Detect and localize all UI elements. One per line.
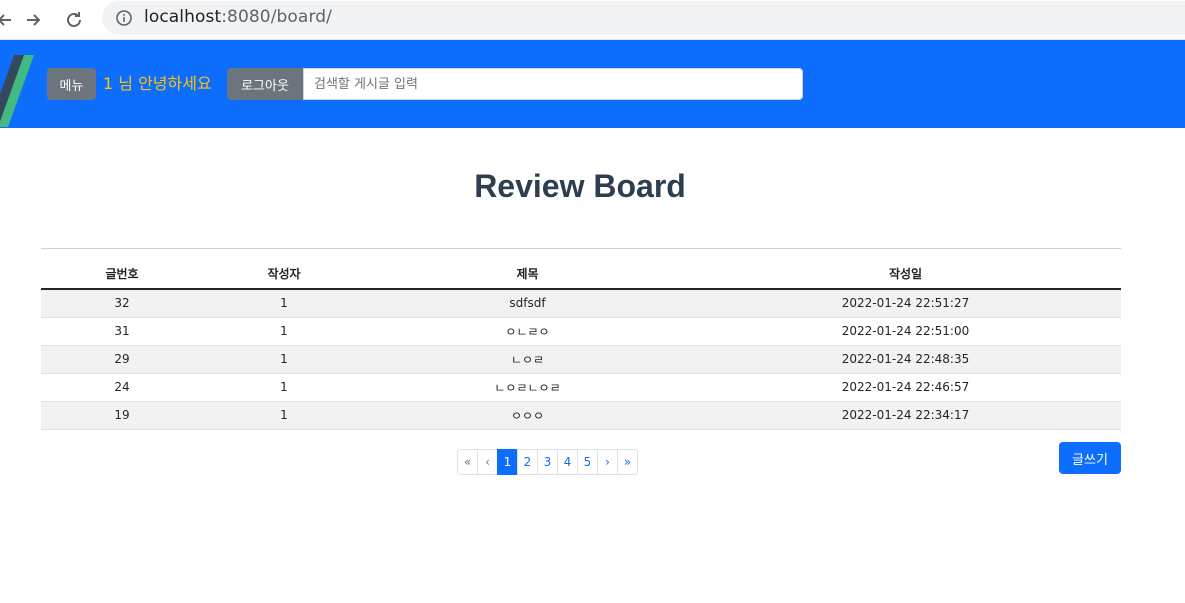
page-button-3[interactable]: 3 [537, 449, 558, 475]
arrow-left-icon[interactable] [0, 6, 18, 34]
page-button-1[interactable]: 1 [497, 449, 518, 475]
post-date: 2022-01-24 22:51:00 [690, 317, 1121, 346]
column-header-date: 작성일 [690, 259, 1121, 290]
post-writer: 1 [203, 317, 365, 346]
page-title: Review Board [474, 168, 686, 204]
column-header-writer: 작성자 [203, 259, 365, 290]
table-header-row: 글번호 작성자 제목 작성일 [41, 259, 1121, 290]
arrow-right-icon[interactable] [20, 6, 48, 34]
page-button-2[interactable]: 2 [517, 449, 538, 475]
pagination: « ‹ 1 2 3 4 5 › » [457, 449, 638, 475]
post-title[interactable]: ㄴㅇㄹㄴㅇㄹ [365, 373, 690, 402]
page-button-5[interactable]: 5 [577, 449, 598, 475]
post-writer: 1 [203, 373, 365, 402]
page-button-4[interactable]: 4 [557, 449, 578, 475]
post-writer: 1 [203, 289, 365, 318]
post-title[interactable]: ㅇㅇㅇ [365, 401, 690, 430]
post-date: 2022-01-24 22:46:57 [690, 373, 1121, 402]
menu-button[interactable]: 메뉴 [47, 68, 96, 100]
reload-icon[interactable] [60, 6, 88, 34]
post-number: 29 [41, 345, 203, 374]
greeting-text: 1 님 안녕하세요 [103, 74, 212, 93]
table-row[interactable]: 29 1 ㄴㅇㄹ 2022-01-24 22:48:35 [41, 345, 1121, 374]
info-icon[interactable] [116, 10, 132, 26]
page-prev-button[interactable]: ‹ [477, 449, 498, 475]
browser-toolbar: localhost:8080/board/ [0, 0, 1185, 40]
post-date: 2022-01-24 22:48:35 [690, 345, 1121, 374]
post-writer: 1 [203, 401, 365, 430]
url-text: localhost:8080/board/ [144, 7, 332, 27]
address-bar[interactable]: localhost:8080/board/ [102, 1, 1185, 35]
write-post-button[interactable]: 글쓰기 [1059, 442, 1121, 474]
post-number: 31 [41, 317, 203, 346]
table-row[interactable]: 32 1 sdfsdf 2022-01-24 22:51:27 [41, 289, 1121, 318]
post-title[interactable]: sdfsdf [365, 289, 690, 318]
vue-logo-icon [0, 55, 34, 127]
post-number: 19 [41, 401, 203, 430]
column-header-no: 글번호 [41, 259, 203, 290]
post-number: 32 [41, 289, 203, 318]
post-date: 2022-01-24 22:51:27 [690, 289, 1121, 318]
search-input[interactable] [303, 68, 803, 100]
table-row[interactable]: 19 1 ㅇㅇㅇ 2022-01-24 22:34:17 [41, 401, 1121, 430]
post-title[interactable]: ㄴㅇㄹ [365, 345, 690, 374]
board-table: 글번호 작성자 제목 작성일 32 1 sdfsdf 2022-01-24 22… [41, 259, 1121, 430]
post-title[interactable]: ㅇㄴㄹㅇ [365, 317, 690, 346]
table-row[interactable]: 31 1 ㅇㄴㄹㅇ 2022-01-24 22:51:00 [41, 317, 1121, 346]
column-header-title: 제목 [365, 259, 690, 290]
page-next-button[interactable]: › [597, 449, 618, 475]
header-bar: 메뉴 1 님 안녕하세요 로그아웃 [0, 40, 1185, 128]
divider [41, 248, 1121, 249]
logout-button[interactable]: 로그아웃 [227, 68, 303, 100]
page-last-button[interactable]: » [617, 449, 638, 475]
post-date: 2022-01-24 22:34:17 [690, 401, 1121, 430]
post-number: 24 [41, 373, 203, 402]
post-writer: 1 [203, 345, 365, 374]
table-row[interactable]: 24 1 ㄴㅇㄹㄴㅇㄹ 2022-01-24 22:46:57 [41, 373, 1121, 402]
page-first-button[interactable]: « [457, 449, 478, 475]
